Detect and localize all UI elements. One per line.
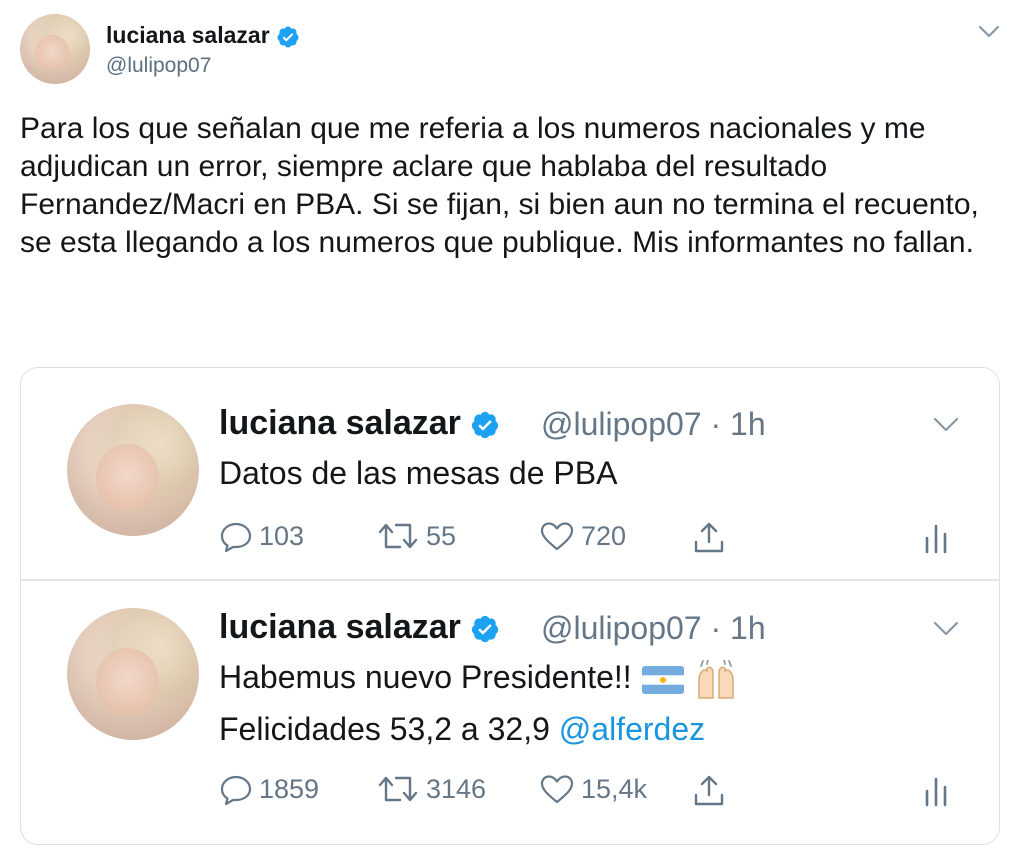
retweet-icon: [378, 776, 418, 802]
like-count: 720: [581, 520, 627, 551]
like-icon: [540, 775, 574, 804]
tweet-divider: [21, 579, 999, 581]
main-avatar[interactable]: [20, 14, 90, 84]
quoted-author-name[interactable]: luciana salazar: [219, 608, 461, 646]
quoted-author-handle[interactable]: @lulipop07: [541, 610, 702, 646]
quoted-author-handle[interactable]: @lulipop07: [541, 406, 702, 442]
reply-icon: [220, 775, 252, 805]
quoted-author-handle-row[interactable]: @lulipop07 · 1h: [541, 610, 766, 647]
quoted-author-handle-row[interactable]: @lulipop07 · 1h: [541, 406, 766, 443]
quoted-tweet-text: Datos de las mesas de PBA: [219, 455, 618, 491]
analytics-button[interactable]: [921, 773, 957, 809]
share-button[interactable]: [691, 520, 733, 556]
retweet-button[interactable]: 3146: [376, 773, 486, 805]
quoted-timestamp[interactable]: · 1h: [710, 406, 765, 442]
quoted-thread-card[interactable]: luciana salazar @lulipop07 · 1h Datos de…: [20, 367, 1000, 845]
quoted-tweet-text-line2: Felicidades 53,2 a 32,9 @alferdez: [219, 708, 705, 750]
reply-icon: [220, 522, 252, 552]
retweet-button[interactable]: 55: [376, 520, 456, 552]
analytics-button[interactable]: [921, 520, 957, 556]
verified-badge-icon: [277, 26, 299, 48]
chevron-down-icon[interactable]: [933, 416, 959, 434]
analytics-icon: [925, 777, 947, 807]
verified-badge-icon: [472, 411, 499, 439]
analytics-icon: [925, 524, 947, 554]
like-button[interactable]: 15,4k: [539, 773, 647, 805]
quoted-author-name[interactable]: luciana salazar: [219, 404, 461, 442]
chevron-down-icon[interactable]: [933, 620, 959, 638]
like-count: 15,4k: [581, 773, 648, 804]
reply-button[interactable]: 103: [219, 520, 304, 552]
quoted-tweet-text-2: Felicidades 53,2 a 32,9: [219, 711, 550, 747]
quoted-tweet-text: Habemus nuevo Presidente!!: [219, 659, 632, 695]
share-icon: [694, 775, 724, 806]
share-icon: [694, 522, 724, 553]
verified-badge-icon: [472, 615, 499, 643]
raising-hands-emoji: [698, 659, 735, 699]
retweet-icon: [378, 523, 418, 549]
reply-button[interactable]: 1859: [219, 773, 319, 805]
main-author-handle[interactable]: @lulipop07: [106, 54, 211, 78]
chevron-down-icon[interactable]: [978, 24, 1000, 40]
main-author-name[interactable]: luciana salazar: [106, 22, 270, 48]
main-author-name-row[interactable]: luciana salazar: [106, 22, 300, 49]
retweet-count: 3146: [426, 773, 487, 804]
share-button[interactable]: [691, 773, 733, 809]
quoted-timestamp[interactable]: · 1h: [710, 610, 765, 646]
like-button[interactable]: 720: [539, 520, 626, 552]
reply-count: 103: [259, 520, 305, 551]
main-tweet-text: Para los que señalan que me referia a lo…: [20, 112, 979, 259]
retweet-count: 55: [426, 520, 457, 551]
argentina-flag-emoji: [641, 665, 684, 694]
quoted-avatar[interactable]: [67, 608, 199, 740]
reply-count: 1859: [259, 773, 320, 804]
quoted-author-name-row[interactable]: luciana salazar: [219, 608, 500, 647]
mention-link[interactable]: @alferdez: [559, 711, 705, 747]
like-icon: [540, 522, 574, 551]
quoted-tweet-text-line1: Habemus nuevo Presidente!!: [219, 656, 739, 700]
quoted-author-name-row[interactable]: luciana salazar: [219, 404, 500, 443]
quoted-avatar[interactable]: [67, 404, 199, 536]
